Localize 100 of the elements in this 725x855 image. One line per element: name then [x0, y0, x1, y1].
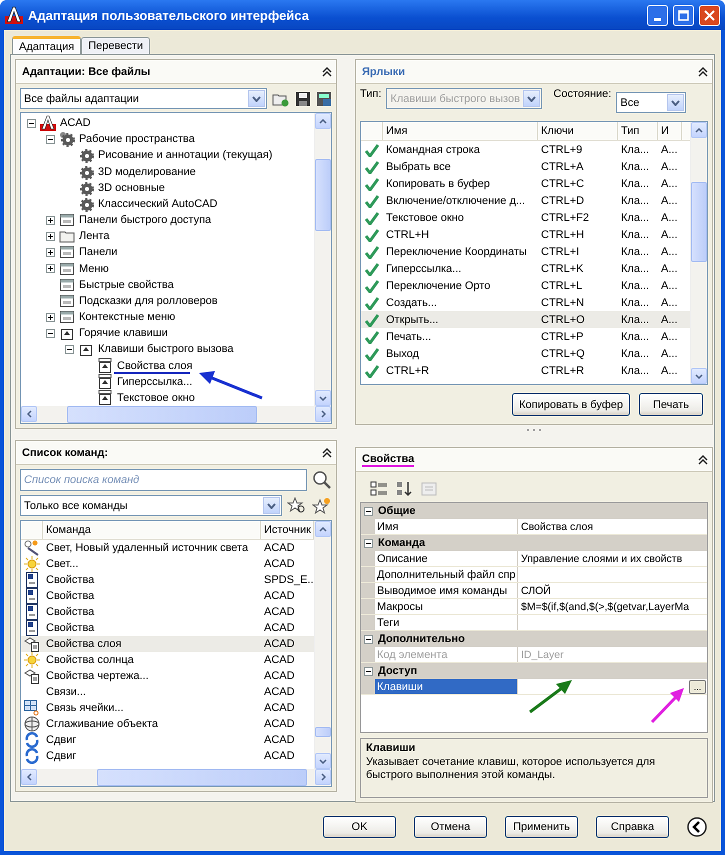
tree-item[interactable]: Гиперссылка...	[117, 376, 192, 388]
command-row[interactable]: Связи... ACAD	[21, 684, 314, 700]
shortcut-row[interactable]: Создать... CTRL+N Кла... А...	[361, 294, 690, 311]
tree-item[interactable]: Горячие клавиши	[79, 327, 168, 340]
shortcut-row[interactable]: CTRL+R CTRL+R Кла... А...	[361, 362, 690, 379]
command-row[interactable]: Свойства ACAD	[21, 604, 314, 620]
file-filter-dropdown[interactable]: Все файлы адаптации	[20, 88, 267, 109]
command-row[interactable]: Сдвиг ACAD	[21, 732, 314, 748]
command-row[interactable]: Свет... ACAD	[21, 556, 314, 572]
property-name[interactable]: Имя	[375, 519, 518, 534]
command-row[interactable]: Свойства ACAD	[21, 588, 314, 604]
field-label: Тип:	[360, 88, 382, 100]
shortcut-row[interactable]: Включение/отключение д... CTRL+D Кла... А...	[361, 192, 690, 209]
tree-item[interactable]: Быстрые свойства	[79, 278, 174, 291]
tree-item[interactable]: Классический AutoCAD	[98, 198, 218, 210]
table-cell-text: Создать...	[385, 296, 438, 308]
column-header[interactable]: Тип	[618, 122, 658, 140]
property-value[interactable]: $M=$(if,$(and,$(>,$(getvar,LayerMa	[521, 600, 690, 612]
tree-item[interactable]: Панели быстрого доступа	[79, 214, 212, 226]
property-name[interactable]: Клавиши	[375, 679, 518, 694]
print-button[interactable]: Печать	[639, 393, 703, 416]
table-cell-text: А...	[660, 178, 679, 190]
dialog-button[interactable]: OK	[323, 816, 396, 838]
table-cell-text: А...	[660, 348, 679, 360]
table-cell-text: А...	[660, 330, 679, 342]
tree-item[interactable]: Свойства слоя	[117, 360, 192, 372]
table-cell-text: Свойства	[45, 622, 96, 634]
command-row[interactable]: Свойства слоя ACAD	[21, 636, 314, 652]
command-row[interactable]: Свойства SPDS_E...	[21, 572, 314, 588]
column-header[interactable]: Ключи	[538, 122, 618, 140]
tree-item[interactable]: Меню	[79, 262, 109, 275]
command-row[interactable]: Свет, Новый удаленный источник света ACAD	[21, 540, 314, 556]
tree-item[interactable]: Подсказки для ролловеров	[79, 294, 218, 307]
table-cell-text: А...	[660, 246, 679, 258]
shortcut-row[interactable]: Открыть... CTRL+O Кла... А...	[361, 311, 690, 328]
table-cell-text: ACAD	[263, 622, 296, 634]
shortcut-row[interactable]: Командная строка CTRL+9 Кла... А...	[361, 141, 690, 158]
command-filter-dropdown[interactable]: Только все команды	[20, 495, 282, 516]
command-row[interactable]: Свойства чертежа... ACAD	[21, 668, 314, 684]
table-cell-text: CTRL+H	[385, 228, 430, 240]
shortcut-row[interactable]: Копировать в буфер CTRL+C Кла... А...	[361, 175, 690, 192]
tree-item[interactable]: Панели	[79, 246, 118, 258]
dialog-button[interactable]: Применить	[505, 816, 578, 838]
table-cell-text: CTRL+K	[540, 262, 584, 274]
shortcut-row[interactable]: Переключение Орто CTRL+L Кла... А...	[361, 277, 690, 294]
table-cell-text: ACAD	[263, 686, 296, 698]
tab[interactable]: Адаптация	[12, 36, 82, 55]
table-cell-text: CTRL+N	[540, 296, 586, 308]
table-cell-text: Сглаживание объекта	[45, 718, 159, 730]
tree-item[interactable]: Рисование и аннотации (текущая)	[98, 149, 272, 162]
tree-item[interactable]: Лента	[79, 230, 110, 242]
shortcut-row[interactable]: Выбрать все CTRL+A Кла... А...	[361, 158, 690, 175]
command-row[interactable]: Свойства ACAD	[21, 620, 314, 636]
column-header[interactable]: Команда	[43, 521, 261, 539]
command-row[interactable]: Связь ячейки... ACAD	[21, 700, 314, 716]
tab[interactable]: Перевести	[81, 37, 150, 54]
table-cell-text: Свойства	[45, 574, 96, 586]
column-header[interactable]: Имя	[383, 122, 538, 140]
property-name[interactable]: Теги	[375, 615, 518, 630]
command-row[interactable]: Свойства солнца ACAD	[21, 652, 314, 668]
category-title: Общие	[378, 505, 416, 517]
dialog-button[interactable]: Справка	[596, 816, 669, 838]
search-field[interactable]: Список поиска команд	[20, 469, 307, 491]
tree-item[interactable]: 3D моделирование	[98, 166, 196, 178]
property-name[interactable]: Описание	[375, 551, 518, 566]
tree-item[interactable]: Клавиши быстрого вызова	[98, 343, 234, 356]
shortcut-row[interactable]: CTRL+H CTRL+H Кла... А...	[361, 226, 690, 243]
tree-item[interactable]: Текстовое окно	[117, 392, 195, 404]
property-value[interactable]: Управление слоями и их свойств	[521, 552, 682, 564]
tree-item[interactable]: Рабочие пространства	[79, 133, 195, 146]
browse-button[interactable]: ...	[689, 680, 706, 694]
category-title: Команда	[378, 537, 426, 549]
table-cell-text: CTRL+O	[540, 314, 586, 326]
state-dropdown[interactable]: Все	[616, 92, 686, 113]
property-name[interactable]: Выводимое имя команды	[375, 583, 518, 598]
shortcut-row[interactable]: Текстовое окно CTRL+F2 Кла... А...	[361, 209, 690, 226]
tree-item[interactable]: ACAD	[60, 117, 91, 130]
table-cell-text: CTRL+P	[540, 330, 584, 342]
copy-button[interactable]: Копировать в буфер	[512, 393, 630, 416]
shortcut-row[interactable]: Переключение Координаты CTRL+I Кла... А...	[361, 243, 690, 260]
property-name[interactable]: Дополнительный файл спр	[375, 567, 518, 582]
tree-item[interactable]: 3D основные	[98, 182, 165, 194]
shortcut-row[interactable]: Гиперссылка... CTRL+K Кла... А...	[361, 260, 690, 277]
table-cell-text: CTRL+9	[540, 144, 584, 156]
table-cell-text: Выбрать все	[385, 160, 452, 172]
command-row[interactable]: Сдвиг ACAD	[21, 748, 314, 764]
table-cell-text: CTRL+L	[540, 280, 584, 292]
shortcut-row[interactable]: Печать... CTRL+P Кла... А...	[361, 328, 690, 345]
table-cell-text: Свет...	[45, 558, 80, 570]
dialog-button[interactable]: Отмена	[414, 816, 487, 838]
help-text: Указывает сочетание клавиш, которое используется для быстрого выполнения этой команды.	[366, 756, 656, 782]
table-cell-text: А...	[660, 144, 679, 156]
property-value[interactable]: СЛОЙ	[521, 584, 551, 596]
tree-item[interactable]: Контекстные меню	[79, 311, 176, 324]
column-header[interactable]: И	[658, 122, 682, 140]
shortcut-row[interactable]: Выход CTRL+Q Кла... А...	[361, 345, 690, 362]
property-value[interactable]: Свойства слоя	[521, 520, 594, 532]
table-cell-text: ACAD	[263, 702, 296, 714]
property-name[interactable]: Макросы	[375, 599, 518, 614]
command-row[interactable]: Сглаживание объекта ACAD	[21, 716, 314, 732]
